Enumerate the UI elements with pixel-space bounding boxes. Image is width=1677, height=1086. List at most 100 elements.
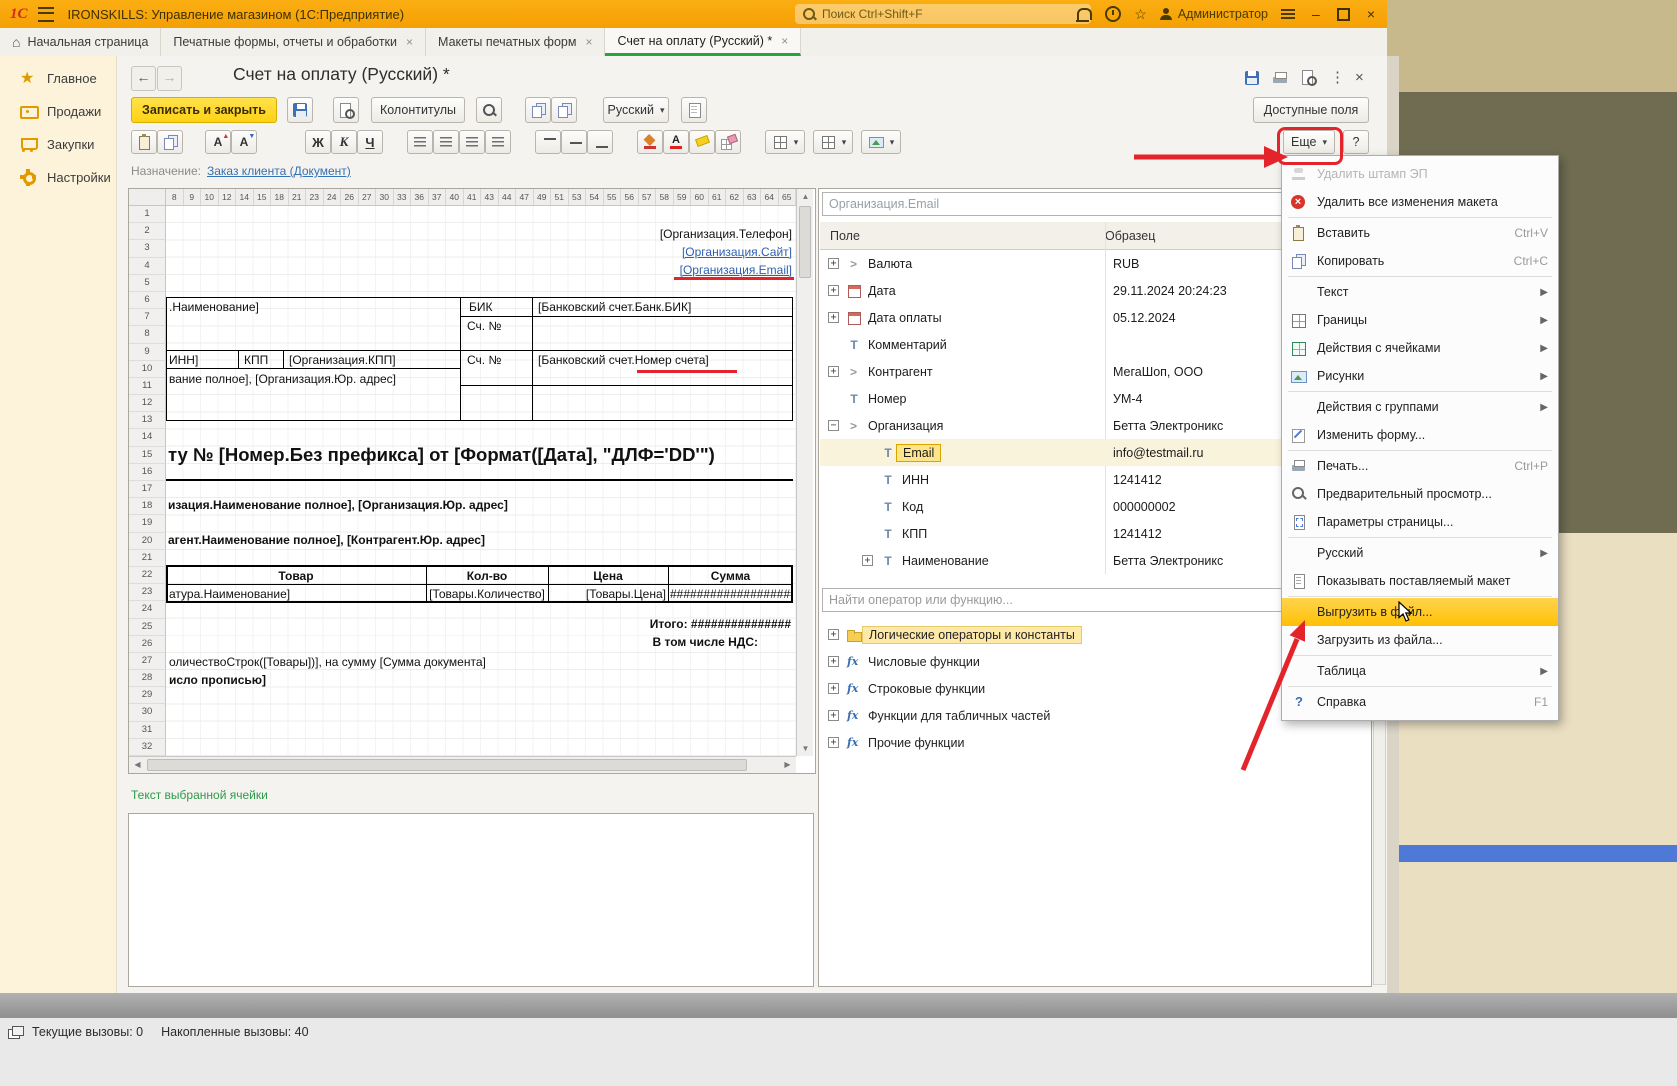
find-button[interactable] [476, 97, 502, 123]
purpose-link[interactable]: Заказ клиента (Документ) [207, 164, 351, 178]
field-name[interactable]: Комментарий [868, 338, 947, 352]
row-header-cell[interactable]: 19 [129, 515, 166, 532]
print-preview-button[interactable] [333, 97, 359, 123]
row-header-cell[interactable]: 14 [129, 429, 166, 446]
row-header-cell[interactable]: 32 [129, 739, 166, 756]
horizontal-scrollbar[interactable]: ◀ ▶ [129, 756, 796, 773]
fill-color-button[interactable] [637, 130, 663, 154]
main-menu-icon[interactable] [38, 7, 54, 22]
column-header-cell[interactable]: 23 [306, 189, 324, 205]
cell-count-line[interactable]: оличествоСтрок([Товары])], на сумму [Сум… [169, 655, 486, 669]
expander-icon[interactable] [828, 258, 839, 269]
minimize-button[interactable]: – [1308, 0, 1324, 28]
row-header-cell[interactable]: 29 [129, 687, 166, 704]
column-header-cell[interactable]: 49 [534, 189, 552, 205]
function-group-label[interactable]: Строковые функции [868, 682, 985, 696]
help-button[interactable]: ? [1343, 130, 1369, 154]
function-group-label[interactable]: Логические операторы и константы [862, 626, 1082, 644]
column-header-cell[interactable]: 41 [464, 189, 482, 205]
cell-org-site[interactable]: [Организация.Сайт] [682, 245, 792, 259]
forward-button[interactable]: → [157, 66, 182, 91]
highlight-button[interactable] [689, 130, 715, 154]
expander-icon[interactable] [828, 366, 839, 377]
back-button[interactable]: ← [131, 66, 156, 91]
vertical-scrollbar-thumb[interactable] [799, 206, 811, 278]
column-header-cell[interactable]: 44 [499, 189, 517, 205]
border-middle-button[interactable] [561, 130, 587, 154]
row-header-cell[interactable]: 24 [129, 601, 166, 618]
tab[interactable]: Печатные формы, отчеты и обработки × [161, 28, 426, 56]
column-header-cell[interactable]: 59 [674, 189, 692, 205]
expander-icon[interactable] [828, 656, 839, 667]
row-header-cell[interactable]: 12 [129, 395, 166, 412]
column-header-cell[interactable]: 24 [324, 189, 342, 205]
field-name[interactable]: Дата оплаты [868, 311, 942, 325]
cell-invoice-title[interactable]: ту № [Номер.Без префикса] от [Формат([Да… [168, 444, 715, 466]
expander-icon[interactable] [828, 285, 839, 296]
column-header-cell[interactable]: 8 [166, 189, 184, 205]
function-group-label[interactable]: Прочие функции [868, 736, 964, 750]
cell-kpp-label[interactable]: КПП [244, 353, 268, 367]
column-header-cell[interactable]: 9 [184, 189, 202, 205]
column-header-cell[interactable]: 65 [779, 189, 797, 205]
column-header-cell[interactable]: 21 [289, 189, 307, 205]
vertical-scrollbar[interactable]: ▲ ▼ [796, 189, 813, 756]
font-size-increase-button[interactable]: А [205, 130, 231, 154]
row-header-cell[interactable]: 2 [129, 223, 166, 240]
image-dropdown[interactable]: ▾ [861, 130, 901, 154]
expander-icon[interactable] [828, 629, 839, 640]
menu-item[interactable]: Изменить форму... [1282, 421, 1558, 449]
save-and-close-button[interactable]: Записать и закрыть [131, 97, 277, 123]
cell-col-qty[interactable]: Кол-во [426, 569, 548, 583]
menu-item[interactable]: Печать... Ctrl+P [1282, 452, 1558, 480]
row-headers[interactable]: 1 2 3 4 5 6 7 8 9 10 [129, 206, 166, 756]
cell-fullname[interactable]: вание полное], [Организация.Юр. адрес] [169, 372, 396, 386]
row-header-cell[interactable]: 17 [129, 481, 166, 498]
tab[interactable]: Счет на оплату (Русский) * × [605, 28, 801, 56]
row-header-cell[interactable]: 13 [129, 412, 166, 429]
tab-close-icon[interactable]: × [585, 35, 592, 49]
row-header-cell[interactable]: 15 [129, 447, 166, 464]
row-header-cell[interactable]: 21 [129, 550, 166, 567]
column-header-cell[interactable]: 47 [516, 189, 534, 205]
cells-dropdown[interactable]: ▾ [765, 130, 805, 154]
save-button[interactable] [287, 97, 313, 123]
column-header-cell[interactable]: 58 [656, 189, 674, 205]
preview-icon-button[interactable] [1299, 68, 1321, 90]
field-name[interactable]: Код [902, 500, 923, 514]
cell-row-product[interactable]: атура.Наименование] [169, 587, 290, 601]
cell-total[interactable]: Итого: ############### [650, 617, 791, 631]
cell-vat[interactable]: В том числе НДС: [653, 635, 758, 649]
column-header-cell[interactable]: 14 [236, 189, 254, 205]
menu-item[interactable]: Удалить все изменения макета [1282, 188, 1558, 216]
maximize-button[interactable] [1337, 8, 1350, 21]
notifications-icon[interactable] [1077, 8, 1092, 20]
row-header-cell[interactable]: 7 [129, 309, 166, 326]
column-header-cell[interactable]: 54 [586, 189, 604, 205]
cell-row-sum[interactable]: #################### [670, 587, 791, 601]
row-header-cell[interactable]: 22 [129, 567, 166, 584]
column-header-cell[interactable]: 61 [709, 189, 727, 205]
row-header-cell[interactable]: 30 [129, 704, 166, 721]
expander-icon[interactable] [828, 710, 839, 721]
row-header-cell[interactable]: 10 [129, 361, 166, 378]
menu-item[interactable]: Показывать поставляемый макет [1282, 567, 1558, 595]
global-search[interactable]: Поиск Ctrl+Shift+F [795, 4, 1091, 24]
menu-item[interactable]: Текст ▶ [1282, 278, 1558, 306]
row-header-cell[interactable]: 25 [129, 619, 166, 636]
cell-inn[interactable]: ИНН] [169, 353, 198, 367]
cell-org-line[interactable]: изация.Наименование полное], [Организаци… [168, 498, 508, 512]
copy-style-button[interactable] [525, 97, 551, 123]
align-justify-button[interactable] [485, 130, 511, 154]
spreadsheet-content[interactable]: [Организация.Телефон] [Организация.Сайт]… [166, 206, 796, 756]
tab[interactable]: Макеты печатных форм × [426, 28, 605, 56]
menu-item[interactable]: Действия с группами ▶ [1282, 393, 1558, 421]
tab-home[interactable]: ⌂ Начальная страница [0, 28, 161, 56]
column-header-cell[interactable]: 57 [639, 189, 657, 205]
row-header-cell[interactable]: 3 [129, 240, 166, 257]
field-name[interactable]: Организация [868, 419, 943, 433]
border-bottom-button[interactable] [587, 130, 613, 154]
field-name[interactable]: Дата [868, 284, 896, 298]
sidebar-item[interactable]: Настройки [0, 161, 116, 194]
row-header-cell[interactable]: 6 [129, 292, 166, 309]
